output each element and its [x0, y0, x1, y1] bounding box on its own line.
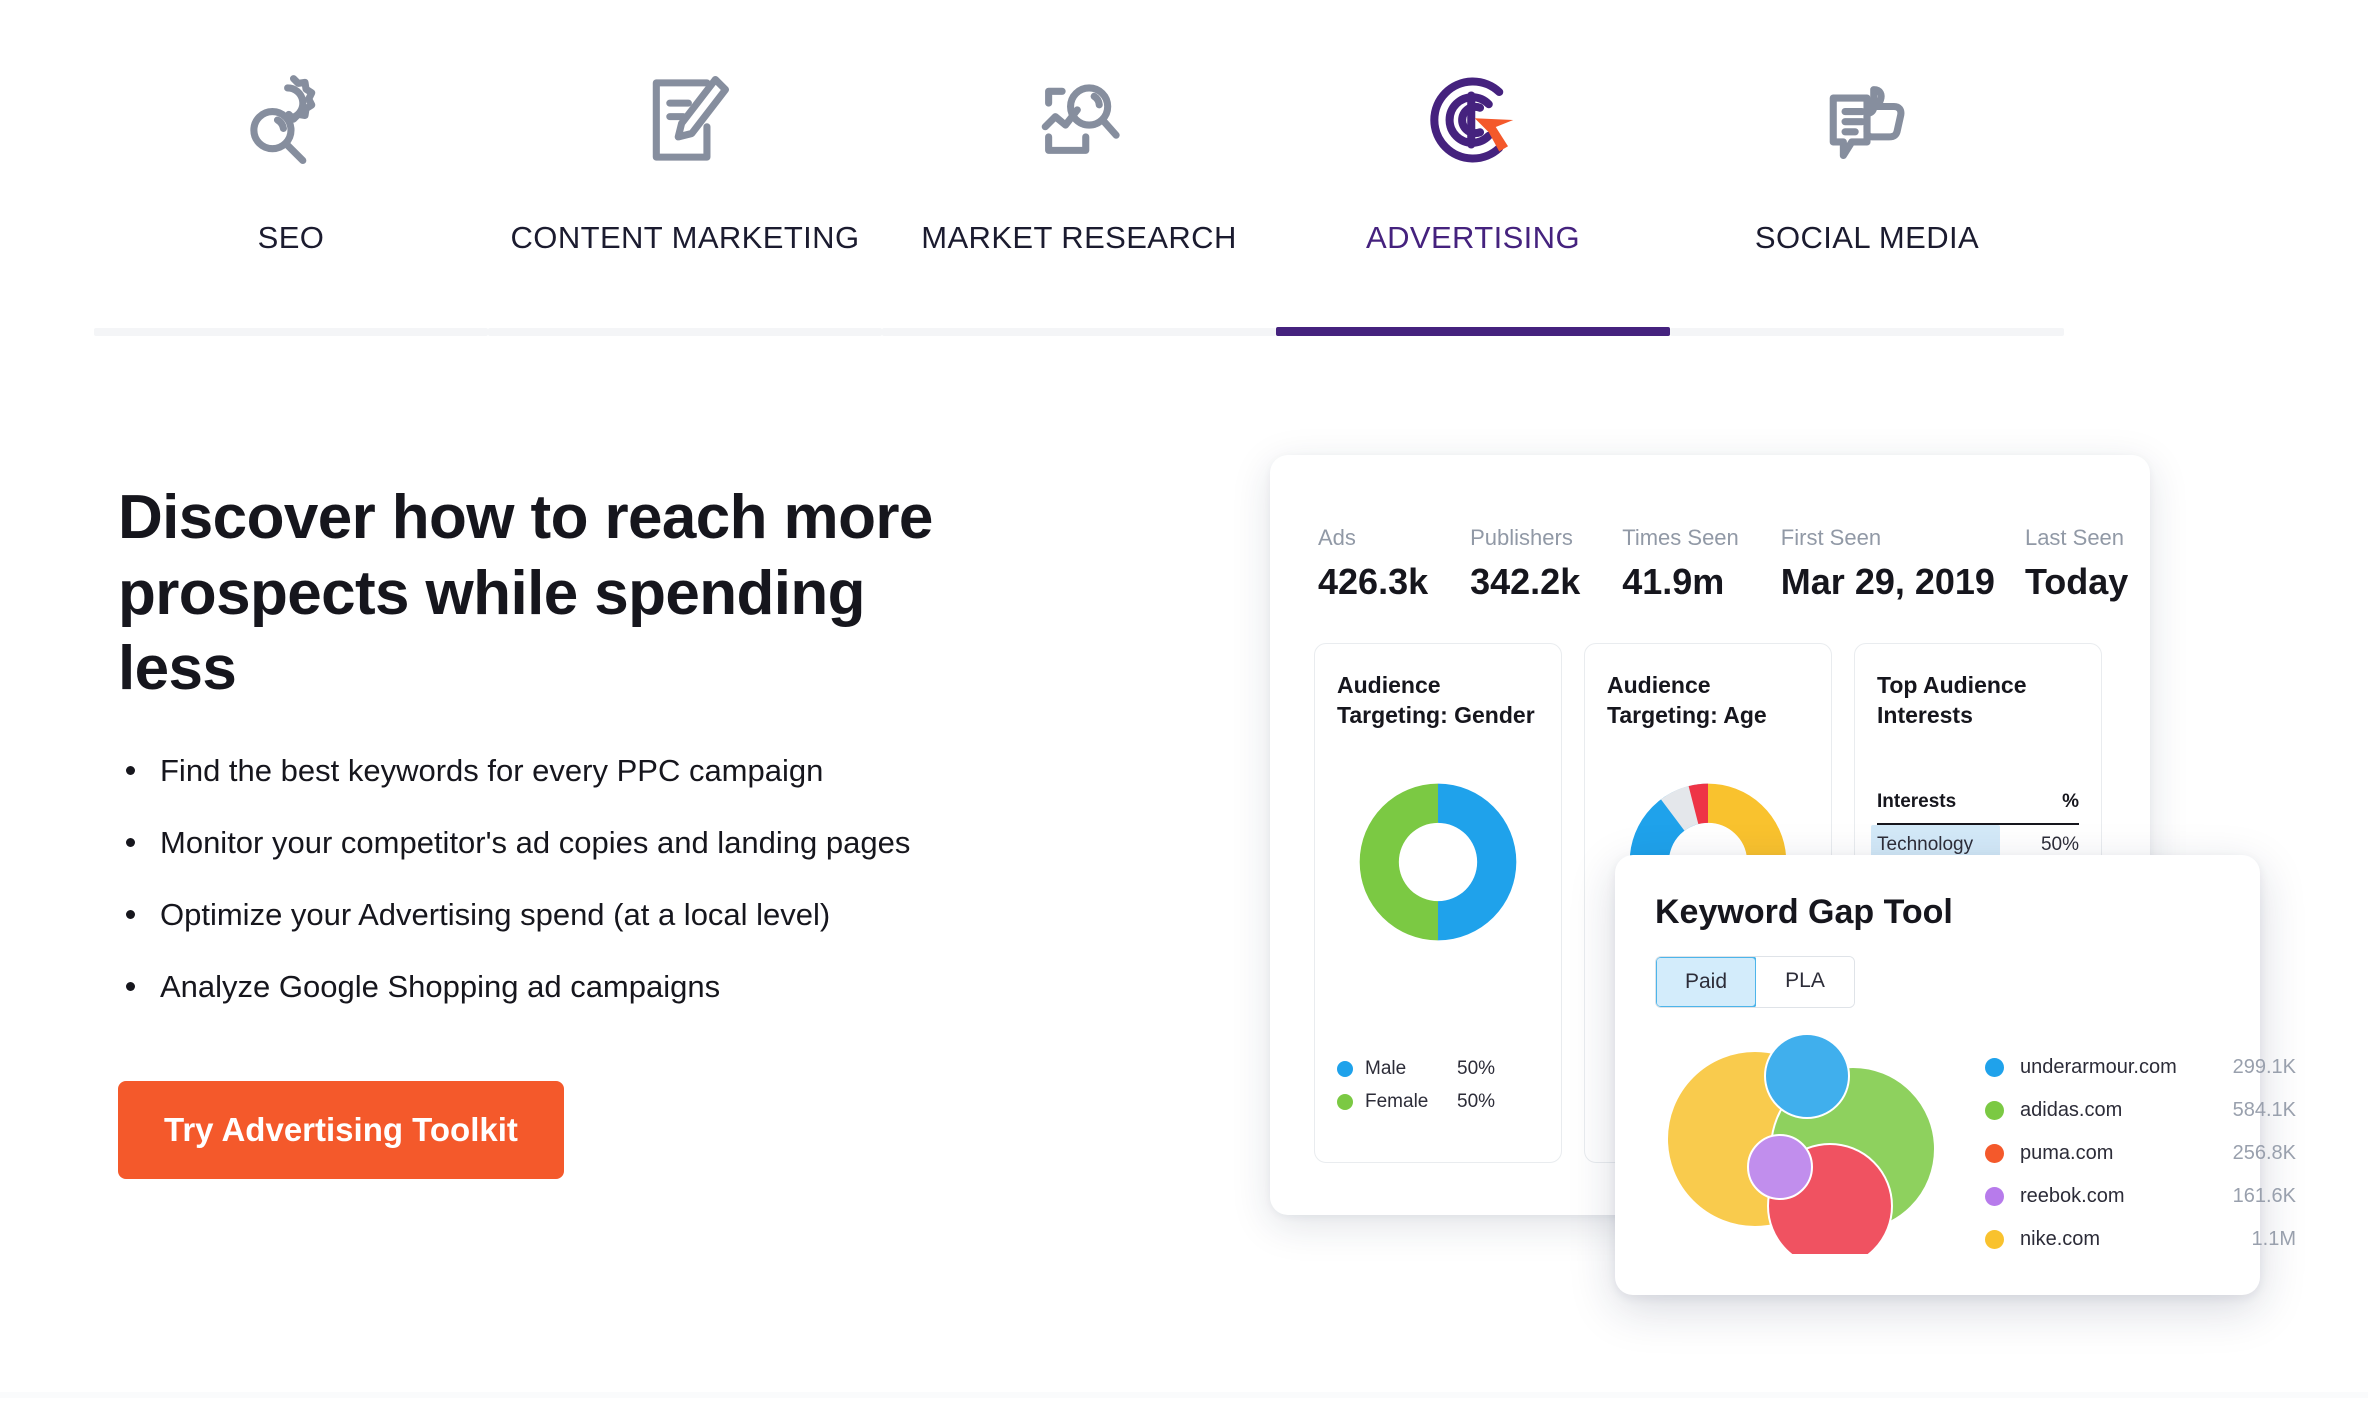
- tab-underline-content-marketing: [488, 328, 882, 336]
- tab-label-seo: SEO: [257, 220, 325, 255]
- stat-value: Mar 29, 2019: [1780, 561, 1995, 602]
- page-root: SEO CONTENT MARKETING MARKET RESEARCH AD…: [0, 0, 2368, 1426]
- audience-gender-card: Audience Targeting: Gender Male 50% Fema…: [1314, 643, 1562, 1163]
- list-item: Analyze Google Shopping ad campaigns: [118, 965, 998, 1010]
- page-bottom-divider: [0, 1392, 2368, 1398]
- card-title: Audience Targeting: Gender: [1337, 672, 1535, 729]
- seo-gear-magnifier-icon: [237, 40, 345, 200]
- stat-label: Ads: [1318, 525, 1356, 550]
- tab-pla[interactable]: PLA: [1756, 957, 1854, 1007]
- tab-paid[interactable]: Paid: [1656, 957, 1757, 1007]
- legend-color-dot: [1337, 1094, 1353, 1110]
- stat-label: Last Seen: [2024, 525, 2125, 550]
- legend-item: reebok.com 161.6K: [1985, 1185, 2296, 1208]
- legend-color-dot: [1985, 1187, 2004, 1206]
- legend-value: 584.1K: [2232, 1099, 2296, 1121]
- document-pencil-icon: [631, 40, 739, 200]
- gender-legend: Male 50% Female 50%: [1337, 1058, 1495, 1124]
- tab-underline-advertising: [1276, 327, 1670, 336]
- legend-item: adidas.com 584.1K: [1985, 1099, 2296, 1122]
- legend-value: 50%: [1457, 1091, 1496, 1112]
- legend-label: underarmour.com: [2020, 1056, 2177, 1078]
- stat-ads: Ads 426.3k: [1318, 525, 1428, 603]
- legend-color-dot: [1985, 1058, 2004, 1077]
- legend-color-dot: [1985, 1144, 2004, 1163]
- tab-advertising[interactable]: ADVERTISING: [1276, 0, 1670, 336]
- keyword-gap-legend: underarmour.com 299.1K adidas.com 584.1K…: [1985, 1034, 2296, 1271]
- legend-color-dot: [1985, 1230, 2004, 1249]
- list-item: Optimize your Advertising spend (at a lo…: [118, 893, 998, 938]
- stat-value: Today: [2024, 561, 2129, 602]
- legend-value: 50%: [1457, 1058, 1496, 1079]
- legend-label: reebok.com: [2020, 1185, 2125, 1207]
- interests-table-header: Interests %: [1877, 791, 2079, 825]
- keyword-gap-tool-card: Keyword Gap Tool Paid PLA underarmour.co…: [1615, 855, 2296, 1295]
- legend-value: 1.1M: [2251, 1228, 2296, 1250]
- legend-value: 161.6K: [2232, 1185, 2296, 1207]
- keyword-gap-tab-group: Paid PLA: [1655, 956, 1855, 1008]
- legend-item: puma.com 256.8K: [1985, 1142, 2296, 1165]
- chart-magnifier-icon: [1025, 40, 1133, 200]
- hero-text-column: Discover how to reach more prospects whi…: [118, 480, 998, 1179]
- speech-bubble-thumbsup-icon: [1813, 40, 1921, 200]
- card-title: Audience Targeting: Age: [1607, 672, 1767, 729]
- legend-label: Male: [1365, 1058, 1407, 1079]
- stat-first-seen: First Seen Mar 29, 2019: [1781, 525, 1995, 603]
- list-item: Find the best keywords for every PPC cam…: [118, 749, 998, 794]
- stat-last-seen: Last Seen Today: [2025, 525, 2128, 603]
- tab-market-research[interactable]: MARKET RESEARCH: [882, 0, 1276, 336]
- stat-value: 41.9m: [1622, 561, 1725, 602]
- list-item: Monitor your competitor's ad copies and …: [118, 821, 998, 866]
- legend-item: Female 50%: [1337, 1091, 1495, 1113]
- try-advertising-toolkit-button[interactable]: Try Advertising Toolkit: [118, 1080, 564, 1179]
- column-header-interests: Interests: [1877, 790, 1957, 812]
- feature-bullet-list: Find the best keywords for every PPC cam…: [118, 749, 998, 1010]
- tab-underline-social-media: [1670, 328, 2064, 336]
- stat-value: 426.3k: [1318, 561, 1429, 602]
- legend-label: Female: [1365, 1091, 1429, 1112]
- legend-value: 256.8K: [2232, 1142, 2296, 1164]
- tab-underline-seo: [94, 328, 488, 336]
- advertising-dashboard-preview: Ads 426.3k Publishers 342.2k Times Seen …: [1270, 455, 2296, 1335]
- legend-label: nike.com: [2020, 1228, 2101, 1250]
- stat-label: First Seen: [1780, 525, 1882, 550]
- stat-value: 342.2k: [1470, 561, 1581, 602]
- card-title: Top Audience Interests: [1877, 672, 2027, 729]
- stat-label: Times Seen: [1622, 525, 1739, 550]
- stat-times-seen: Times Seen 41.9m: [1622, 525, 1739, 603]
- ads-stats-row: Ads 426.3k Publishers 342.2k Times Seen …: [1270, 455, 2150, 603]
- legend-item: Male 50%: [1337, 1058, 1495, 1080]
- tab-social-media[interactable]: SOCIAL MEDIA: [1670, 0, 2064, 336]
- toolkit-tab-bar: SEO CONTENT MARKETING MARKET RESEARCH AD…: [0, 0, 2368, 336]
- page-title: Discover how to reach more prospects whi…: [118, 483, 933, 704]
- column-header-percent: %: [2062, 790, 2079, 812]
- stat-publishers: Publishers 342.2k: [1470, 525, 1580, 603]
- interest-percent: 50%: [2040, 833, 2079, 855]
- stat-label: Publishers: [1470, 525, 1573, 550]
- tab-label-social-media: SOCIAL MEDIA: [1754, 220, 1980, 255]
- legend-label: adidas.com: [2020, 1099, 2123, 1121]
- keyword-gap-title: Keyword Gap Tool: [1655, 893, 1953, 931]
- tab-label-market-research: MARKET RESEARCH: [921, 220, 1237, 255]
- gender-donut-chart: [1337, 773, 1539, 951]
- interest-name: Technology: [1877, 833, 1974, 855]
- keyword-gap-body: underarmour.com 299.1K adidas.com 584.1K…: [1655, 1033, 2296, 1271]
- legend-item: underarmour.com 299.1K: [1985, 1056, 2296, 1079]
- tab-label-content-marketing: CONTENT MARKETING: [510, 220, 860, 255]
- legend-value: 299.1K: [2232, 1056, 2296, 1078]
- tab-content-marketing[interactable]: CONTENT MARKETING: [488, 0, 882, 336]
- keyword-overlap-venn-chart: [1655, 1033, 1955, 1269]
- legend-color-dot: [1985, 1101, 2004, 1120]
- legend-item: nike.com 1.1M: [1985, 1228, 2296, 1251]
- target-dollar-cursor-icon: [1417, 40, 1529, 200]
- tab-seo[interactable]: SEO: [94, 0, 488, 336]
- tab-label-advertising: ADVERTISING: [1366, 220, 1580, 255]
- legend-label: puma.com: [2020, 1142, 2114, 1164]
- tab-underline-market-research: [882, 328, 1276, 336]
- legend-color-dot: [1337, 1061, 1353, 1077]
